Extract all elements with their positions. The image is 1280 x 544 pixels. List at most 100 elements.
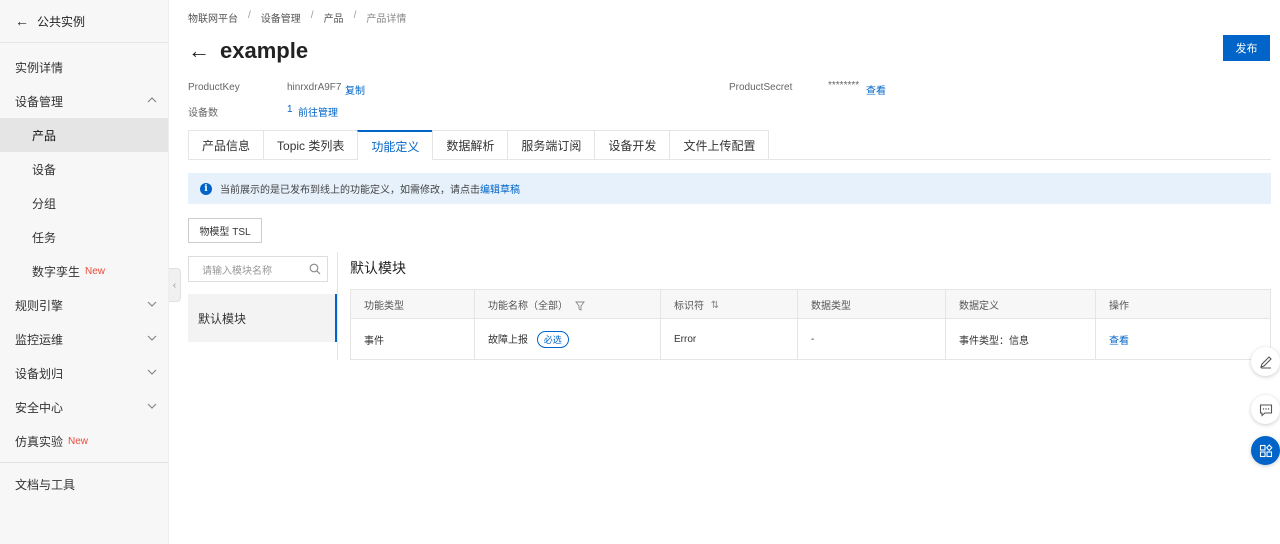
th-feature-name[interactable]: 功能名称（全部） — [474, 289, 661, 319]
sidebar-item-device-management[interactable]: 设备管理 — [0, 84, 168, 118]
chevron-down-icon — [147, 403, 157, 409]
sidebar-item-label: 设备管理 — [15, 94, 64, 109]
apps-float-button[interactable] — [1251, 436, 1280, 465]
sidebar-item-label: 规则引擎 — [15, 298, 64, 313]
chevron-left-icon: ‹ — [172, 279, 177, 291]
sidebar-item-rule-engine[interactable]: 规则引擎 — [0, 288, 168, 322]
tab-bar: 产品信息 Topic 类列表 功能定义 数据解析 服务端订阅 设备开发 文件上传… — [188, 130, 1271, 161]
product-key-value: hinrxdrA9F7 — [287, 82, 342, 93]
header-label: 数据类型 — [811, 300, 851, 312]
device-count-value[interactable]: 1 — [287, 104, 293, 115]
sidebar-item-simulation[interactable]: 仿真实验 New — [0, 424, 168, 458]
sidebar-item-group[interactable]: 分组 — [0, 186, 168, 220]
cell-definition: 事件类型：信息 — [945, 318, 1096, 360]
sort-icon[interactable]: ⇅ — [711, 300, 719, 311]
sidebar-item-label: 安全中心 — [15, 400, 64, 415]
sidebar-item-monitoring[interactable]: 监控运维 — [0, 322, 168, 356]
th-feature-type: 功能类型 — [350, 289, 475, 319]
new-badge: New — [85, 265, 106, 277]
cell-identifier: Error — [660, 318, 798, 360]
table-row: 事件 故障上报 必选 Error - 事件类型：信息 查看 — [350, 318, 1271, 360]
breadcrumb-item[interactable]: 产品 — [324, 10, 344, 25]
sidebar-collapse-handle[interactable]: ‹ — [169, 268, 181, 302]
sidebar-item-product[interactable]: 产品 — [0, 118, 168, 152]
sidebar-item-task[interactable]: 任务 — [0, 220, 168, 254]
feature-table: 功能类型 功能名称（全部） 标识符 ⇅ 数据类型 数据定义 操作 事件 故障上报 — [350, 289, 1271, 360]
tab-product-info[interactable]: 产品信息 — [188, 130, 264, 160]
cell-name: 故障上报 必选 — [474, 318, 661, 360]
new-badge: New — [68, 435, 89, 447]
grid-apps-icon — [1259, 443, 1273, 457]
back-arrow-icon[interactable]: ← — [188, 40, 210, 62]
th-actions: 操作 — [1095, 289, 1271, 319]
header-label: 数据定义 — [959, 300, 999, 312]
publish-button[interactable]: 发布 — [1223, 35, 1270, 61]
product-key-label: ProductKey — [188, 82, 240, 93]
table-header-row: 功能类型 功能名称（全部） 标识符 ⇅ 数据类型 数据定义 操作 — [350, 289, 1271, 319]
info-notice: i 当前展示的是已发布到线上的功能定义，如需修改，请点击 编辑草稿 — [188, 173, 1271, 204]
tab-server-subscription[interactable]: 服务端订阅 — [507, 130, 595, 160]
sidebar-item-label: 文档与工具 — [15, 477, 76, 492]
info-icon: i — [200, 182, 212, 195]
feedback-float-button[interactable] — [1251, 395, 1280, 424]
module-list-item[interactable]: 默认模块 — [188, 294, 337, 342]
header-label: 功能名称（全部） — [488, 300, 568, 312]
tsl-model-button[interactable]: 物模型 TSL — [188, 218, 262, 243]
tab-topic-list[interactable]: Topic 类列表 — [263, 130, 358, 160]
filter-icon[interactable] — [574, 301, 585, 311]
back-to-instances[interactable]: ← 公共实例 — [0, 0, 168, 43]
tab-file-upload-config[interactable]: 文件上传配置 — [669, 130, 770, 160]
breadcrumb-separator: / — [310, 10, 314, 21]
chevron-down-icon — [147, 369, 157, 375]
sidebar-item-label: 任务 — [32, 230, 57, 245]
title-row: ← example — [188, 38, 308, 64]
product-secret-value: ******** — [828, 80, 860, 91]
breadcrumb-item[interactable]: 设备管理 — [261, 10, 301, 25]
view-secret-link[interactable]: 查看 — [866, 82, 886, 97]
edit-float-button[interactable] — [1251, 347, 1280, 376]
header-label: 功能类型 — [364, 300, 404, 312]
sidebar-item-docs-tools[interactable]: 文档与工具 — [0, 467, 168, 501]
sidebar-item-label: 仿真实验 — [15, 434, 64, 449]
sidebar-item-label: 分组 — [32, 196, 57, 211]
tab-data-parsing[interactable]: 数据解析 — [432, 130, 508, 160]
sidebar-item-device-assignment[interactable]: 设备划归 — [0, 356, 168, 390]
header-label: 标识符 — [674, 300, 704, 312]
page-title: example — [220, 38, 309, 63]
goto-manage-link[interactable]: 前往管理 — [298, 104, 338, 119]
chevron-down-icon — [147, 301, 157, 307]
sidebar-item-instance-details[interactable]: 实例详情 — [0, 50, 168, 84]
copy-link[interactable]: 复制 — [345, 82, 365, 97]
edit-draft-link[interactable]: 编辑草稿 — [480, 181, 520, 196]
sidebar-item-label: 设备 — [32, 162, 57, 177]
feature-name: 故障上报 — [488, 334, 528, 346]
sidebar-item-label: 实例详情 — [15, 60, 64, 75]
th-identifier[interactable]: 标识符 ⇅ — [660, 289, 798, 319]
sidebar-item-label: 产品 — [32, 128, 57, 143]
arrow-left-icon: ← — [15, 13, 29, 29]
breadcrumb-separator: / — [353, 10, 357, 21]
module-section-title: 默认模块 — [350, 260, 406, 276]
breadcrumb-item[interactable]: 物联网平台 — [188, 10, 238, 25]
sidebar-divider — [0, 462, 168, 463]
header-label: 操作 — [1109, 300, 1129, 312]
tab-device-development[interactable]: 设备开发 — [594, 130, 670, 160]
sidebar-item-device[interactable]: 设备 — [0, 152, 168, 186]
th-data-definition: 数据定义 — [945, 289, 1096, 319]
tab-feature-definition[interactable]: 功能定义 — [357, 130, 433, 161]
sidebar-item-security-center[interactable]: 安全中心 — [0, 390, 168, 424]
view-link[interactable]: 查看 — [1109, 336, 1129, 347]
sidebar-item-digital-twin[interactable]: 数字孪生 New — [0, 254, 168, 288]
module-search-input[interactable]: 请输入模块名称 — [188, 256, 328, 282]
required-badge: 必选 — [536, 330, 569, 348]
search-icon[interactable] — [309, 263, 321, 275]
cell-type: 事件 — [350, 318, 475, 360]
sidebar-item-label: 数字孪生 — [32, 264, 81, 279]
sidebar-item-label: 设备划归 — [15, 366, 64, 381]
breadcrumb-current: 产品详情 — [366, 14, 407, 25]
cell-action: 查看 — [1095, 318, 1271, 360]
chevron-up-icon — [147, 97, 157, 103]
device-count-label: 设备数 — [188, 108, 218, 119]
sidebar-item-label: 监控运维 — [15, 332, 64, 347]
notice-text: 当前展示的是已发布到线上的功能定义，如需修改，请点击 — [220, 185, 480, 196]
